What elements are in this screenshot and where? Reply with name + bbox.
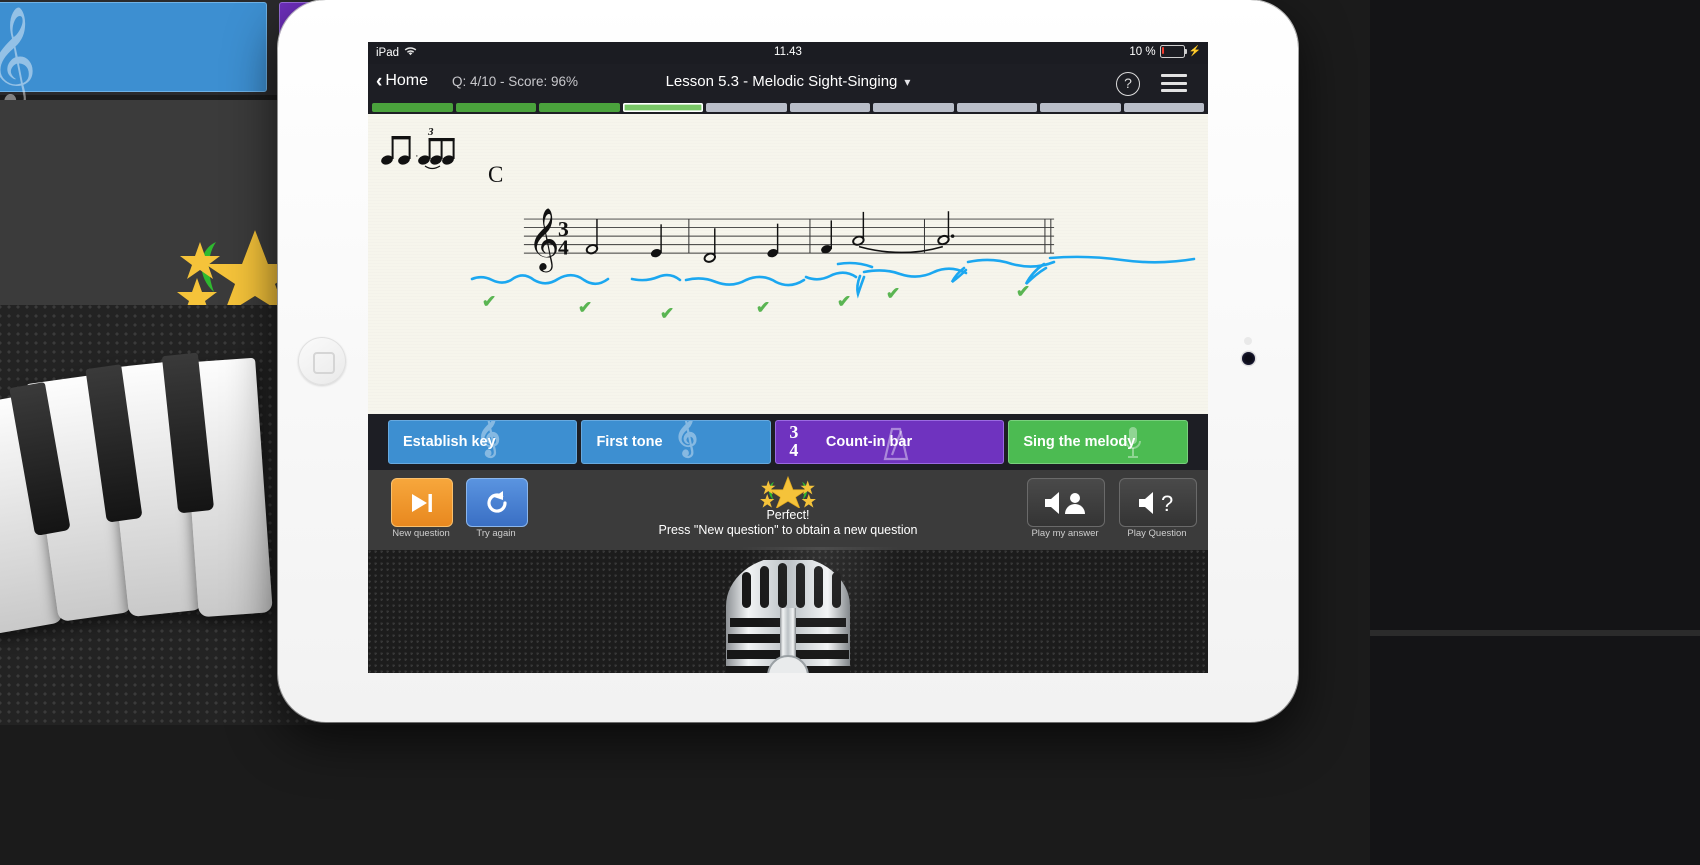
svg-text:3: 3 bbox=[427, 126, 434, 138]
progress-segment bbox=[1124, 103, 1205, 112]
check-icon: ✔ bbox=[756, 298, 770, 318]
ios-status-bar: iPad 11.43 10 % ⚡ bbox=[368, 42, 1208, 64]
treble-clef-icon: 𝄞 bbox=[477, 420, 501, 456]
status-right: 10 % ⚡ bbox=[1129, 45, 1201, 58]
first-tone-button[interactable]: First tone 𝄞 bbox=[581, 420, 770, 464]
progress-segment bbox=[1040, 103, 1121, 112]
play-question-label: Play Question bbox=[1117, 528, 1197, 539]
music-score-panel[interactable]: · 3 C bbox=[368, 114, 1208, 414]
progress-segment bbox=[790, 103, 871, 112]
svg-text:·: · bbox=[415, 150, 419, 162]
svg-text:𝄞: 𝄞 bbox=[528, 207, 560, 273]
screen-glare bbox=[740, 547, 900, 673]
question-progress-bar bbox=[368, 101, 1208, 114]
help-label: ? bbox=[1124, 75, 1132, 91]
question-score-label: Q: 4/10 - Score: 96% bbox=[452, 74, 578, 89]
home-button[interactable] bbox=[298, 337, 346, 385]
progress-segment-current bbox=[623, 103, 704, 112]
progress-segment bbox=[873, 103, 954, 112]
action-button-row: Establish key 𝄞 First tone 𝄞 3 4 Count-i… bbox=[368, 414, 1208, 470]
back-home-button[interactable]: ‹ Home bbox=[376, 72, 428, 90]
speaker-question-icon: ? bbox=[1134, 490, 1182, 516]
check-icon: ✔ bbox=[482, 292, 496, 312]
check-icon: ✔ bbox=[837, 292, 851, 312]
background-blue-button: 𝄞 bbox=[0, 2, 267, 92]
home-square-icon bbox=[313, 352, 335, 374]
first-tone-label: First tone bbox=[596, 434, 662, 450]
sing-the-melody-label: Sing the melody bbox=[1023, 434, 1135, 450]
sing-the-melody-button[interactable]: Sing the melody bbox=[1008, 420, 1188, 464]
progress-segment bbox=[372, 103, 453, 112]
key-letter: C bbox=[488, 162, 503, 188]
front-camera bbox=[1242, 352, 1255, 365]
count-in-time-signature: 3 4 bbox=[785, 423, 803, 459]
battery-icon bbox=[1160, 45, 1185, 58]
app-nav-bar: ‹ Home Q: 4/10 - Score: 96% Lesson 5.3 -… bbox=[368, 64, 1208, 101]
treble-clef-icon: 𝄞 bbox=[674, 420, 698, 456]
play-my-answer-label: Play my answer bbox=[1025, 528, 1105, 539]
timesig-bottom: 4 bbox=[789, 440, 798, 460]
chevron-left-icon: ‹ bbox=[376, 74, 382, 89]
timesig-top: 3 bbox=[789, 422, 798, 442]
progress-segment bbox=[539, 103, 620, 112]
chevron-down-icon: ▾ bbox=[904, 75, 910, 89]
piano-keys bbox=[0, 360, 290, 720]
play-question-button[interactable]: ? bbox=[1119, 478, 1197, 527]
progress-segment bbox=[456, 103, 537, 112]
lightning-bolt-icon: ⚡ bbox=[1189, 46, 1201, 57]
status-clock: 11.43 bbox=[368, 46, 1208, 58]
tempo-equivalence-marking: · 3 bbox=[380, 126, 458, 170]
staff-notation: 𝄞 3 4 bbox=[384, 206, 1194, 278]
lesson-title-label: Lesson 5.3 - Melodic Sight-Singing bbox=[666, 73, 898, 90]
check-icon: ✔ bbox=[578, 298, 592, 318]
check-icon: ✔ bbox=[660, 304, 674, 324]
progress-segment bbox=[957, 103, 1038, 112]
progress-segment bbox=[706, 103, 787, 112]
play-my-answer-button[interactable] bbox=[1027, 478, 1105, 527]
battery-percent-label: 10 % bbox=[1129, 46, 1155, 58]
metronome-icon bbox=[881, 427, 911, 464]
tablet-screen: iPad 11.43 10 % ⚡ ‹ Home Q: 4/10 - Score… bbox=[368, 42, 1208, 673]
help-circle-icon[interactable]: ? bbox=[1116, 72, 1140, 96]
microphone-icon bbox=[1123, 425, 1143, 464]
check-icon: ✔ bbox=[886, 284, 900, 304]
svg-text:4: 4 bbox=[558, 235, 569, 259]
ambient-sensor bbox=[1244, 337, 1252, 345]
speaker-person-icon bbox=[1042, 490, 1090, 516]
background-right-divider bbox=[1370, 630, 1700, 636]
treble-clef-icon: 𝄞 bbox=[0, 13, 37, 99]
background-right-panel bbox=[1370, 0, 1700, 865]
hamburger-menu-icon[interactable] bbox=[1161, 74, 1187, 92]
feedback-row: New question Try again Perfect! Pre bbox=[368, 470, 1208, 550]
establish-key-button[interactable]: Establish key 𝄞 bbox=[388, 420, 577, 464]
check-icon: ✔ bbox=[1016, 282, 1030, 302]
svg-text:?: ? bbox=[1161, 491, 1173, 516]
count-in-bar-button[interactable]: 3 4 Count-in bar bbox=[775, 420, 1004, 464]
back-home-label: Home bbox=[385, 72, 428, 90]
